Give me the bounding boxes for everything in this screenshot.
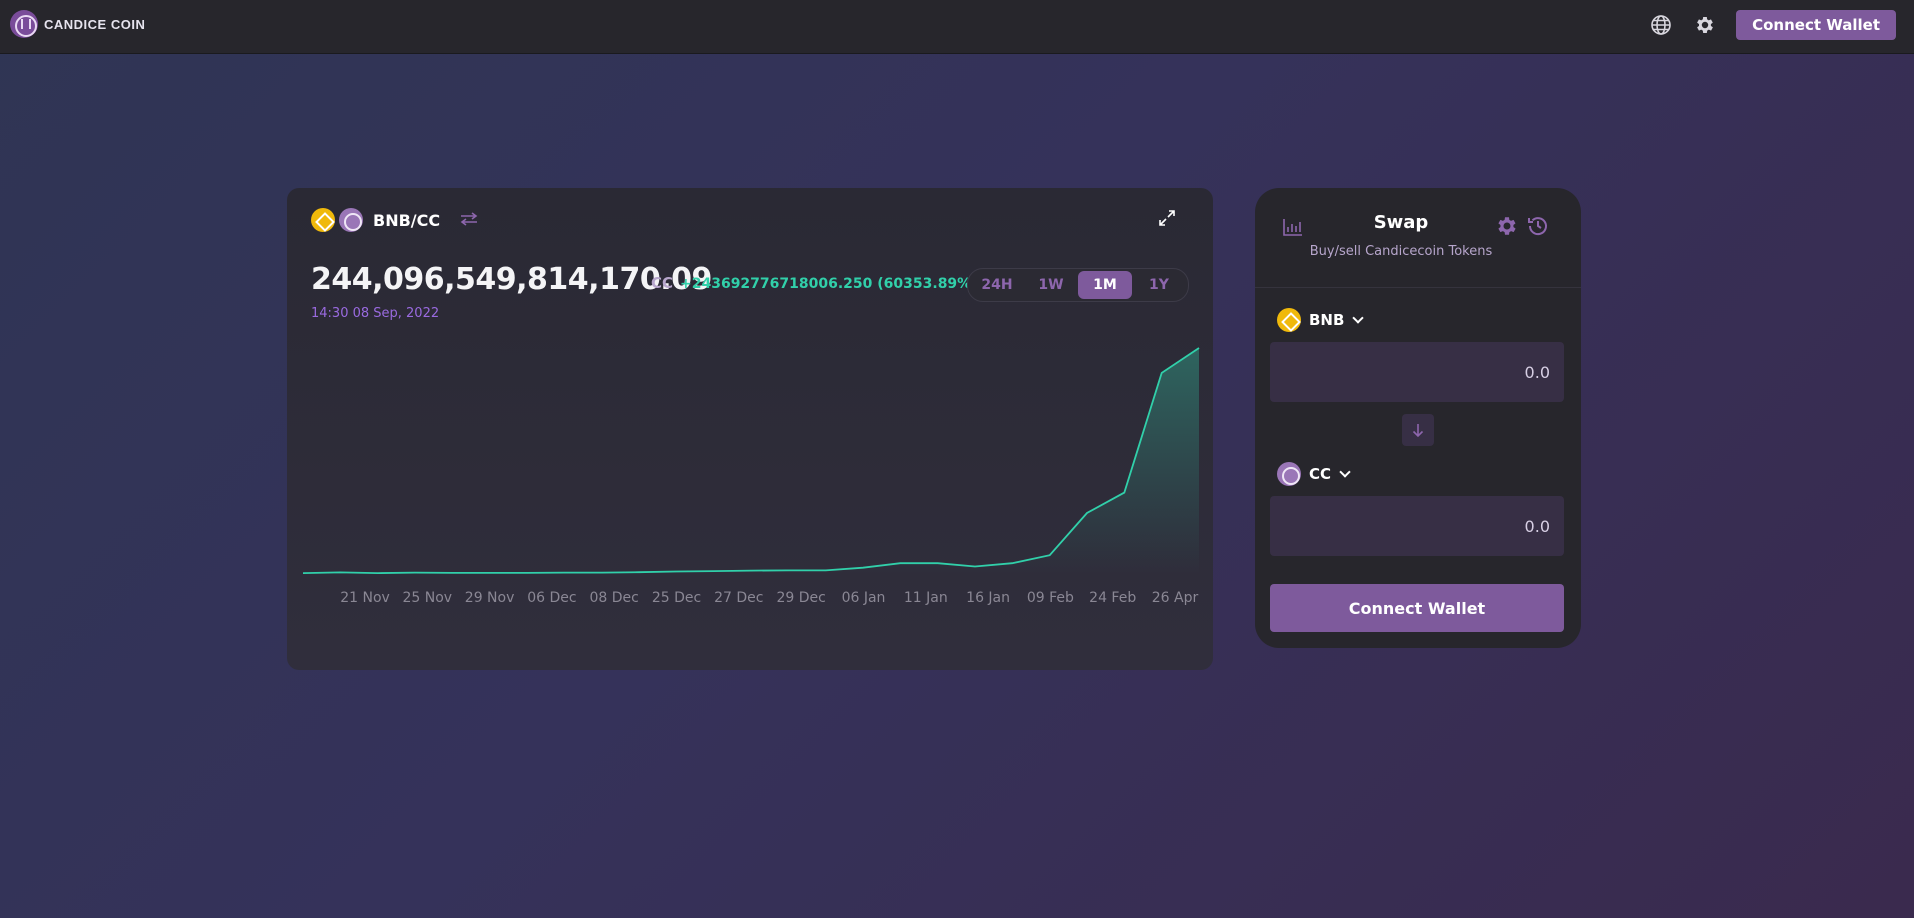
cc-coin-icon	[1277, 462, 1301, 486]
x-tick-label: 29 Nov	[465, 590, 515, 606]
to-amount-input[interactable]	[1270, 496, 1564, 556]
top-nav: CANDICE COIN Connect Wallet	[0, 0, 1914, 54]
candice-coin-logo-icon	[10, 10, 38, 38]
x-tick-label: 27 Dec	[714, 590, 763, 606]
chart-point[interactable]	[1196, 345, 1202, 351]
swap-card: Swap Buy/sell Candicecoin Tokens BNB CC	[1255, 188, 1581, 648]
price-chart-card: BNB/CC 244,096,549,814,170.09 CC +243692…	[287, 188, 1213, 670]
swap-header: Swap Buy/sell Candicecoin Tokens	[1255, 188, 1581, 288]
x-tick-label: 11 Jan	[904, 590, 948, 606]
chart-point[interactable]	[487, 570, 493, 576]
chart-point[interactable]	[449, 570, 455, 576]
time-range-tabs: 24H 1W 1M 1Y	[967, 268, 1189, 302]
chart-point[interactable]	[972, 564, 978, 570]
chart-point[interactable]	[599, 570, 605, 576]
chart-point[interactable]	[412, 570, 418, 576]
x-tick-label: 26 Apr	[1152, 590, 1199, 606]
tab-24h[interactable]: 24H	[970, 271, 1024, 299]
connect-wallet-button[interactable]: Connect Wallet	[1736, 10, 1896, 40]
switch-tokens-button[interactable]	[1402, 414, 1434, 446]
bnb-coin-icon	[311, 208, 335, 232]
cc-coin-icon	[339, 208, 363, 232]
chevron-down-icon	[1339, 466, 1351, 478]
x-tick-label: 08 Dec	[590, 590, 639, 606]
chart-point[interactable]	[300, 570, 306, 576]
history-icon[interactable]	[1527, 215, 1549, 241]
chart-series-line	[302, 347, 1200, 575]
swap-connect-wallet-button[interactable]: Connect Wallet	[1270, 584, 1564, 632]
price-change: +243692776718006.250 (60353.89%)	[680, 276, 978, 292]
tab-1m[interactable]: 1M	[1078, 271, 1132, 299]
x-tick-label: 25 Nov	[403, 590, 453, 606]
chart-point[interactable]	[711, 568, 717, 574]
chart-point[interactable]	[1009, 560, 1015, 566]
chart-point[interactable]	[524, 570, 530, 576]
tab-1y[interactable]: 1Y	[1132, 271, 1186, 299]
chart-point[interactable]	[1159, 370, 1165, 376]
chart-point[interactable]	[1084, 510, 1090, 516]
swap-subtitle: Buy/sell Candicecoin Tokens	[1309, 244, 1493, 259]
x-tick-label: 16 Jan	[966, 590, 1010, 606]
expand-icon[interactable]	[1159, 210, 1175, 230]
x-tick-label: 09 Feb	[1027, 590, 1074, 606]
price-timestamp: 14:30 08 Sep, 2022	[311, 306, 440, 321]
chevron-down-icon	[1352, 312, 1365, 324]
chart-point[interactable]	[1121, 490, 1127, 496]
chart-point[interactable]	[748, 568, 754, 574]
x-tick-label: 21 Nov	[340, 590, 390, 606]
chart-point[interactable]	[1047, 552, 1053, 558]
brand-name: CANDICE COIN	[44, 16, 146, 32]
chart-point[interactable]	[785, 567, 791, 573]
chart-point[interactable]	[375, 570, 381, 576]
switch-pair-icon[interactable]	[460, 211, 478, 230]
price-unit: CC	[651, 274, 674, 292]
from-token-name: BNB	[1309, 311, 1345, 329]
to-token-name: CC	[1309, 465, 1332, 483]
chart-point[interactable]	[636, 569, 642, 575]
chart-point[interactable]	[337, 569, 343, 575]
chart-point[interactable]	[935, 560, 941, 566]
chart-point[interactable]	[860, 565, 866, 571]
chart-point[interactable]	[561, 570, 567, 576]
chart-point[interactable]	[823, 567, 829, 573]
x-tick-label: 29 Dec	[777, 590, 826, 606]
globe-icon[interactable]	[1648, 12, 1674, 38]
to-token-selector[interactable]: CC	[1277, 462, 1351, 486]
x-tick-label: 25 Dec	[652, 590, 701, 606]
from-token-selector[interactable]: BNB	[1277, 308, 1365, 332]
chart-point[interactable]	[897, 560, 903, 566]
swap-settings-gear-icon[interactable]	[1495, 214, 1519, 242]
chart-point[interactable]	[673, 569, 679, 575]
pair-label: BNB/CC	[373, 210, 441, 230]
from-amount-input[interactable]	[1270, 342, 1564, 402]
x-tick-label: 24 Feb	[1089, 590, 1136, 606]
token-pair: BNB/CC	[311, 208, 478, 232]
x-tick-label: 06 Jan	[842, 590, 886, 606]
tab-1w[interactable]: 1W	[1024, 271, 1078, 299]
bnb-coin-icon	[1277, 308, 1301, 332]
x-tick-label: 06 Dec	[527, 590, 576, 606]
nav-actions: Connect Wallet	[1648, 10, 1896, 40]
price-chart: 21 Nov 25 Nov 29 Nov 06 Dec 08 Dec 25 Dec 27 D…	[300, 345, 1202, 606]
brand-logo[interactable]: CANDICE COIN	[10, 10, 145, 38]
chart-area	[303, 348, 1199, 574]
arrow-down-icon	[1412, 424, 1424, 437]
gear-icon[interactable]	[1692, 12, 1718, 38]
